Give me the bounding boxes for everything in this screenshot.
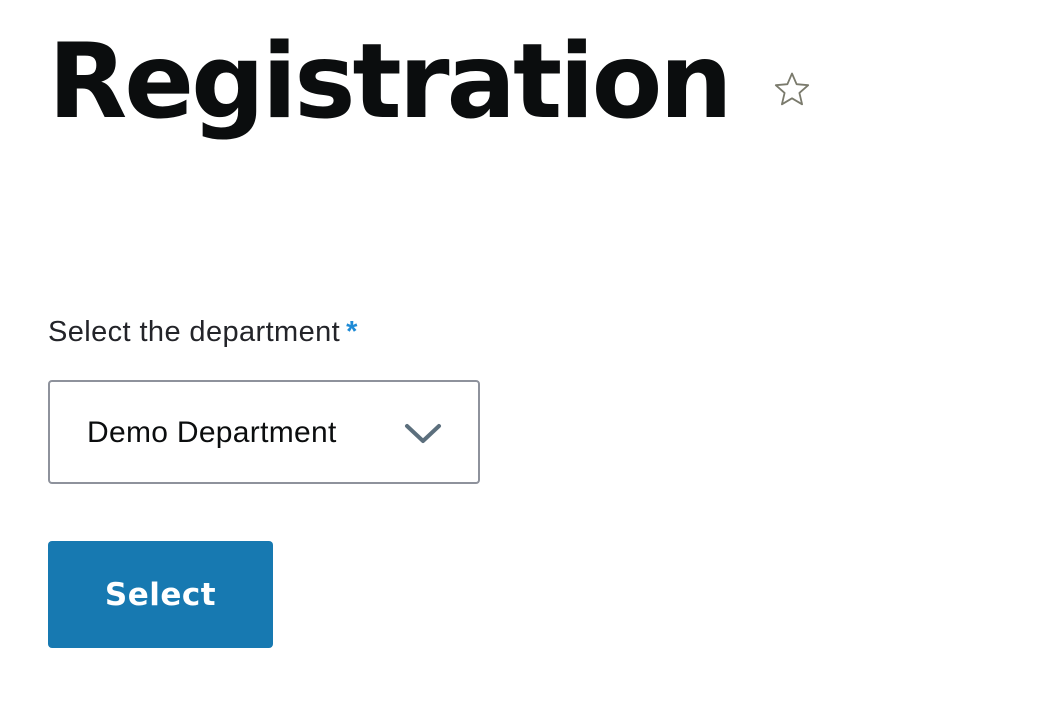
star-outline-icon[interactable]: [772, 70, 812, 110]
department-select-value: Demo Department: [87, 416, 337, 449]
department-label-text: Select the department: [48, 316, 341, 348]
required-marker: *: [346, 316, 358, 348]
chevron-down-icon: [404, 422, 442, 446]
page-title: Registration: [48, 22, 733, 142]
select-button[interactable]: Select: [48, 541, 273, 648]
department-select[interactable]: Demo Department: [48, 380, 480, 484]
title-row: Registration: [48, 20, 733, 160]
department-label: Select the department *: [48, 314, 358, 350]
